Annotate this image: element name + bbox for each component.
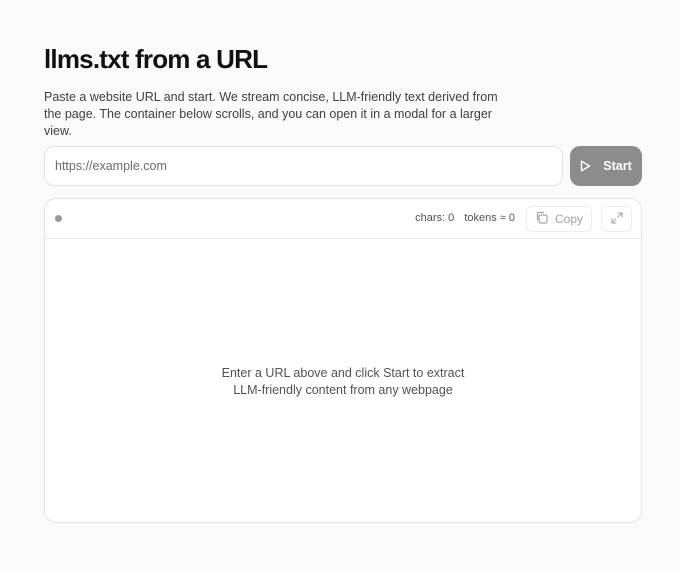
empty-state-message: Enter a URL above and click Start to ext… xyxy=(45,365,641,398)
start-button-label: Start xyxy=(603,159,632,173)
output-panel[interactable]: chars: 0 tokens ≈ 0 Copy Enter a URL abo… xyxy=(44,198,642,523)
page-title: llms.txt from a URL xyxy=(44,44,268,74)
copy-icon xyxy=(535,211,548,227)
expand-icon xyxy=(610,211,623,227)
char-count: chars: 0 xyxy=(415,212,455,224)
page: llms.txt from a URL Paste a website URL … xyxy=(0,0,680,571)
copy-button-label: Copy xyxy=(554,212,583,226)
output-stats: chars: 0 tokens ≈ 0 xyxy=(415,212,515,224)
status-indicator xyxy=(55,215,62,222)
expand-button[interactable] xyxy=(601,206,632,232)
url-input[interactable] xyxy=(44,146,563,186)
play-icon xyxy=(580,160,591,172)
output-toolbar: chars: 0 tokens ≈ 0 Copy xyxy=(45,199,641,239)
token-count: tokens ≈ 0 xyxy=(464,212,515,224)
start-button[interactable]: Start xyxy=(570,146,642,186)
empty-state-line-2: LLM-friendly content from any webpage xyxy=(233,382,453,397)
copy-button[interactable]: Copy xyxy=(526,206,592,232)
page-description: Paste a website URL and start. We stream… xyxy=(44,90,498,138)
empty-state-line-1: Enter a URL above and click Start to ext… xyxy=(221,366,465,380)
